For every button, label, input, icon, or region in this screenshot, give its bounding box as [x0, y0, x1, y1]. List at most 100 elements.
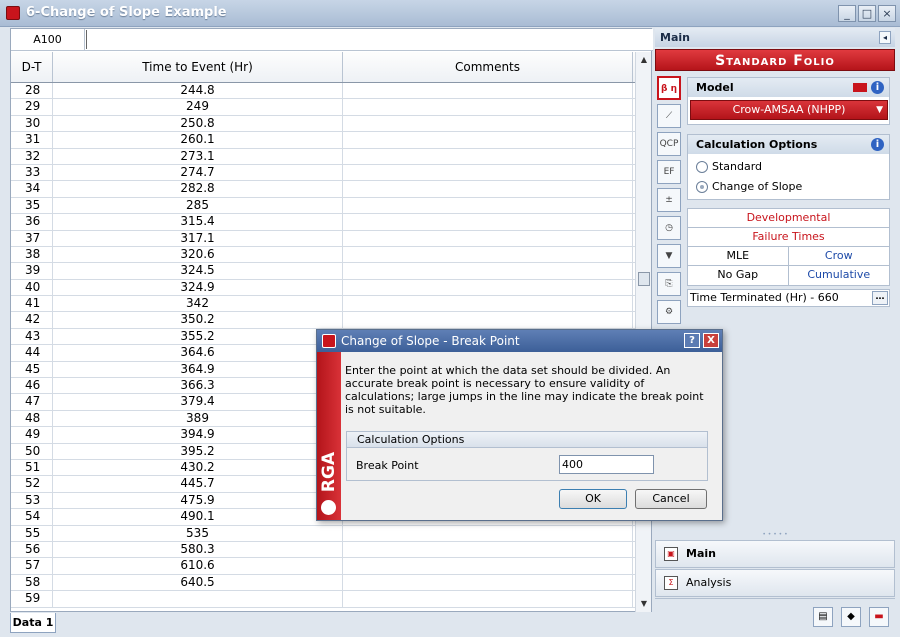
comment-cell[interactable] — [343, 246, 633, 263]
model-dropdown[interactable]: Crow-AMSAA (NHPP) ▼ — [690, 100, 888, 120]
time-cell[interactable]: 366.3 — [53, 378, 343, 394]
time-cell[interactable]: 324.5 — [53, 263, 343, 279]
help-button[interactable]: ? — [684, 333, 700, 348]
row-number-cell[interactable]: 51 — [11, 459, 53, 476]
row-number-cell[interactable]: 56 — [11, 541, 53, 558]
setting-mle[interactable]: MLE — [688, 247, 789, 265]
time-cell[interactable]: 379.4 — [53, 394, 343, 410]
row-number-cell[interactable]: 33 — [11, 164, 53, 181]
time-cell[interactable]: 535 — [53, 525, 343, 541]
time-cell[interactable]: 394.9 — [53, 427, 343, 443]
nav-main[interactable]: ▣ Main — [655, 540, 895, 568]
row-number-cell[interactable]: 43 — [11, 328, 53, 345]
cancel-button[interactable]: Cancel — [635, 489, 707, 509]
radio-change-of-slope[interactable]: Change of Slope — [688, 177, 889, 197]
notes-icon[interactable]: ▤ — [813, 607, 833, 627]
parameters-icon[interactable]: β η — [657, 76, 681, 100]
time-cell[interactable]: 430.2 — [53, 459, 343, 476]
row-number-cell[interactable]: 40 — [11, 279, 53, 296]
comment-cell[interactable] — [343, 148, 633, 164]
termination-field[interactable]: Time Terminated (Hr) - 660 … — [687, 289, 890, 307]
report-icon[interactable]: ⎘ — [657, 272, 681, 296]
time-cell[interactable]: 285 — [53, 197, 343, 214]
row-number-cell[interactable]: 30 — [11, 115, 53, 132]
time-cell[interactable]: 324.9 — [53, 279, 343, 296]
row-number-cell[interactable]: 46 — [11, 378, 53, 394]
close-button[interactable]: × — [878, 5, 896, 22]
setting-type[interactable]: Developmental — [688, 209, 889, 228]
time-cell[interactable]: 273.1 — [53, 148, 343, 164]
row-number-cell[interactable]: 35 — [11, 197, 53, 214]
row-number-cell[interactable]: 50 — [11, 443, 53, 459]
filter-icon[interactable]: ▼ — [657, 244, 681, 268]
calculator-icon[interactable]: ± — [657, 188, 681, 212]
gauge-icon[interactable]: ◷ — [657, 216, 681, 240]
time-cell[interactable]: 244.8 — [53, 83, 343, 99]
row-number-cell[interactable]: 38 — [11, 246, 53, 263]
dialog-close-button[interactable]: X — [703, 333, 719, 348]
comment-cell[interactable] — [343, 214, 633, 230]
nav-analysis[interactable]: Σ Analysis — [655, 569, 895, 597]
comment-cell[interactable] — [343, 541, 633, 558]
comment-cell[interactable] — [343, 230, 633, 246]
time-cell[interactable]: 317.1 — [53, 230, 343, 246]
maximize-button[interactable]: □ — [858, 5, 876, 22]
model-info-icon[interactable]: i — [871, 81, 884, 94]
comment-cell[interactable] — [343, 558, 633, 574]
row-number-cell[interactable]: 31 — [11, 132, 53, 148]
row-number-cell[interactable]: 48 — [11, 410, 53, 427]
radio-standard-dot[interactable] — [696, 161, 708, 173]
comment-cell[interactable] — [343, 263, 633, 279]
time-cell[interactable]: 610.6 — [53, 558, 343, 574]
row-number-cell[interactable]: 34 — [11, 181, 53, 197]
comment-cell[interactable] — [343, 83, 633, 99]
time-cell[interactable]: 249 — [53, 99, 343, 115]
plot-icon[interactable]: ⟋ — [657, 104, 681, 128]
ok-button[interactable]: OK — [559, 489, 627, 509]
calc-info-icon[interactable]: i — [871, 138, 884, 151]
time-cell[interactable]: 274.7 — [53, 164, 343, 181]
row-number-cell[interactable]: 55 — [11, 525, 53, 541]
row-number-cell[interactable]: 53 — [11, 492, 53, 509]
comment-cell[interactable] — [343, 525, 633, 541]
comment-cell[interactable] — [343, 279, 633, 296]
time-cell[interactable]: 250.8 — [53, 115, 343, 132]
comment-cell[interactable] — [343, 312, 633, 328]
settings-icon[interactable]: ⚙ — [657, 300, 681, 324]
column-header-comments[interactable]: Comments — [343, 52, 633, 82]
row-number-cell[interactable]: 57 — [11, 558, 53, 574]
comment-cell[interactable] — [343, 574, 633, 591]
radio-standard[interactable]: Standard — [688, 157, 889, 177]
time-cell[interactable]: 395.2 — [53, 443, 343, 459]
scroll-down-icon[interactable]: ▼ — [636, 596, 652, 612]
row-number-cell[interactable]: 49 — [11, 427, 53, 443]
setting-crow[interactable]: Crow — [789, 247, 890, 265]
setting-no-gap[interactable]: No Gap — [688, 266, 789, 285]
time-cell[interactable]: 282.8 — [53, 181, 343, 197]
time-cell[interactable]: 445.7 — [53, 476, 343, 492]
time-cell[interactable] — [53, 591, 343, 607]
qcp-icon[interactable]: QCP — [657, 132, 681, 156]
time-cell[interactable]: 350.2 — [53, 312, 343, 328]
comment-cell[interactable] — [343, 181, 633, 197]
radio-change-of-slope-dot[interactable] — [696, 181, 708, 193]
time-cell[interactable]: 580.3 — [53, 541, 343, 558]
row-number-cell[interactable]: 59 — [11, 591, 53, 607]
setting-data-type[interactable]: Failure Times — [688, 228, 889, 247]
row-number-cell[interactable]: 39 — [11, 263, 53, 279]
comment-cell[interactable] — [343, 132, 633, 148]
ef-icon[interactable]: EF — [657, 160, 681, 184]
shapes-icon[interactable]: ◆ — [841, 607, 861, 627]
row-number-cell[interactable]: 28 — [11, 83, 53, 99]
row-number-cell[interactable]: 41 — [11, 296, 53, 312]
comment-cell[interactable] — [343, 164, 633, 181]
time-cell[interactable]: 315.4 — [53, 214, 343, 230]
time-cell[interactable]: 389 — [53, 410, 343, 427]
time-cell[interactable]: 260.1 — [53, 132, 343, 148]
time-cell[interactable]: 640.5 — [53, 574, 343, 591]
break-point-input[interactable]: 400 — [559, 455, 654, 474]
row-number-cell[interactable]: 47 — [11, 394, 53, 410]
time-cell[interactable]: 364.9 — [53, 361, 343, 378]
time-cell[interactable]: 490.1 — [53, 509, 343, 525]
sheet-tab-data1[interactable]: Data 1 — [10, 613, 56, 633]
